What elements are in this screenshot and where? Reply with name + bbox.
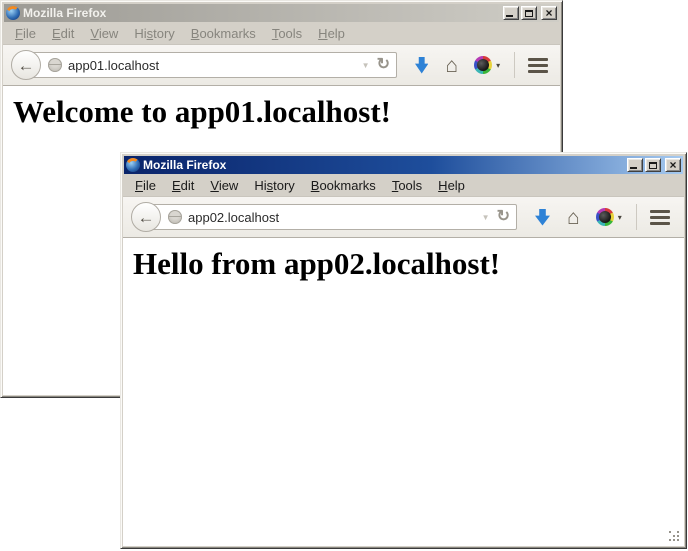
menu-tools[interactable]: Tools bbox=[384, 176, 430, 195]
home-button[interactable]: ⌂ bbox=[445, 55, 458, 76]
url-bar[interactable]: app01.localhost ▼ ↻ bbox=[25, 52, 397, 78]
reload-button[interactable]: ↻ bbox=[377, 57, 390, 73]
window-controls: × bbox=[503, 6, 557, 20]
toolbar-separator bbox=[636, 204, 637, 230]
minimize-icon bbox=[630, 167, 637, 169]
url-text[interactable]: app01.localhost bbox=[68, 58, 358, 73]
menu-history[interactable]: History bbox=[126, 24, 182, 43]
toolbar-separator bbox=[514, 52, 515, 78]
addon-button[interactable]: ▾ bbox=[474, 56, 500, 74]
firefox-icon bbox=[6, 6, 20, 20]
url-dropdown-icon[interactable]: ▼ bbox=[482, 213, 490, 222]
url-bar[interactable]: app02.localhost ▼ ↻ bbox=[145, 204, 517, 230]
maximize-button[interactable] bbox=[645, 158, 661, 172]
navigation-toolbar: ← app02.localhost ▼ ↻ ⌂ ▾ bbox=[123, 196, 684, 238]
back-icon: ← bbox=[18, 57, 35, 74]
open-menu-button[interactable] bbox=[650, 210, 670, 225]
menu-bar: File Edit View History Bookmarks Tools H… bbox=[3, 23, 560, 44]
menu-bookmarks[interactable]: Bookmarks bbox=[183, 24, 264, 43]
titlebar[interactable]: Mozilla Firefox × bbox=[124, 156, 683, 174]
menu-file[interactable]: File bbox=[127, 176, 164, 195]
chevron-down-icon: ▾ bbox=[618, 213, 622, 222]
chevron-down-icon: ▾ bbox=[496, 61, 500, 70]
reload-button[interactable]: ↻ bbox=[497, 209, 510, 225]
menu-edit[interactable]: Edit bbox=[164, 176, 202, 195]
window-controls: × bbox=[627, 158, 681, 172]
back-button[interactable]: ← bbox=[11, 50, 41, 80]
titlebar[interactable]: Mozilla Firefox × bbox=[4, 4, 559, 22]
url-text[interactable]: app02.localhost bbox=[188, 210, 478, 225]
maximize-icon bbox=[649, 162, 657, 169]
menu-edit[interactable]: Edit bbox=[44, 24, 82, 43]
minimize-icon bbox=[506, 15, 513, 17]
home-button[interactable]: ⌂ bbox=[567, 207, 580, 228]
back-button[interactable]: ← bbox=[131, 202, 161, 232]
menu-help[interactable]: Help bbox=[310, 24, 353, 43]
page-heading: Hello from app02.localhost! bbox=[133, 246, 684, 282]
back-icon: ← bbox=[138, 209, 155, 226]
color-wheel-icon bbox=[474, 56, 492, 74]
downloads-button[interactable] bbox=[415, 57, 428, 74]
open-menu-button[interactable] bbox=[528, 58, 548, 73]
url-dropdown-icon[interactable]: ▼ bbox=[362, 61, 370, 70]
addon-button[interactable]: ▾ bbox=[596, 208, 622, 226]
color-wheel-icon bbox=[596, 208, 614, 226]
resize-grip[interactable] bbox=[669, 531, 681, 543]
close-button[interactable]: × bbox=[665, 158, 681, 172]
minimize-button[interactable] bbox=[503, 6, 519, 20]
maximize-icon bbox=[525, 10, 533, 17]
menu-help[interactable]: Help bbox=[430, 176, 473, 195]
maximize-button[interactable] bbox=[521, 6, 537, 20]
downloads-button[interactable] bbox=[535, 209, 550, 226]
close-button[interactable]: × bbox=[541, 6, 557, 20]
menu-bar: File Edit View History Bookmarks Tools H… bbox=[123, 175, 684, 196]
menu-file[interactable]: File bbox=[7, 24, 44, 43]
close-icon: × bbox=[669, 160, 676, 170]
site-globe-icon bbox=[168, 210, 182, 224]
site-globe-icon bbox=[48, 58, 62, 72]
window-title: Mozilla Firefox bbox=[23, 4, 500, 22]
menu-tools[interactable]: Tools bbox=[264, 24, 310, 43]
window-title: Mozilla Firefox bbox=[143, 156, 624, 174]
menu-view[interactable]: View bbox=[202, 176, 246, 195]
browser-window-app02: Mozilla Firefox × File Edit View History… bbox=[120, 152, 687, 549]
close-icon: × bbox=[545, 8, 552, 18]
navigation-toolbar: ← app01.localhost ▼ ↻ ⌂ ▾ bbox=[3, 44, 560, 86]
page-content: Hello from app02.localhost! bbox=[123, 238, 684, 546]
minimize-button[interactable] bbox=[627, 158, 643, 172]
menu-history[interactable]: History bbox=[246, 176, 302, 195]
menu-view[interactable]: View bbox=[82, 24, 126, 43]
page-heading: Welcome to app01.localhost! bbox=[13, 94, 560, 130]
firefox-icon bbox=[126, 158, 140, 172]
menu-bookmarks[interactable]: Bookmarks bbox=[303, 176, 384, 195]
